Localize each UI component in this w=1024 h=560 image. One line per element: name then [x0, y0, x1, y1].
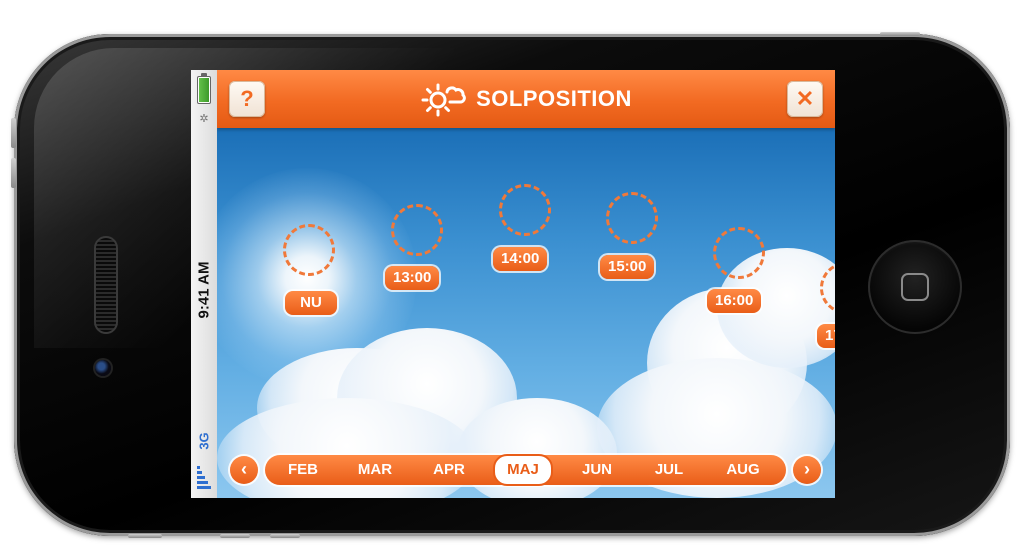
- sun-cloud-icon: [421, 83, 466, 117]
- sun-marker-label: 13:00: [385, 266, 440, 290]
- chevron-right-icon: ›: [804, 459, 810, 479]
- month-mar[interactable]: MAR: [345, 455, 405, 485]
- network-wrap: 3G: [191, 426, 217, 456]
- app-view: ? SOLPOSITION ✕ NU 13:00 14:00 15:00 16:…: [217, 70, 835, 498]
- app-title: SOLPOSITION: [476, 86, 632, 111]
- next-month-button[interactable]: ›: [793, 456, 821, 484]
- month-apr[interactable]: APR: [419, 455, 479, 485]
- front-camera: [95, 360, 111, 376]
- sun-marker-label: 15:00: [600, 255, 655, 279]
- month-feb[interactable]: FEB: [273, 455, 333, 485]
- month-aug[interactable]: AUG: [713, 455, 773, 485]
- battery-icon: [197, 73, 211, 104]
- sun-position-ring: [499, 184, 551, 236]
- app-header: ? SOLPOSITION ✕: [217, 70, 835, 128]
- phone-screen: ✲ 9:41 AM 3G ? SOLPOSITION ✕ NU 13:00 14…: [191, 70, 835, 498]
- bluetooth-icon: ✲: [199, 113, 209, 125]
- volume-up-button: [11, 118, 16, 148]
- mute-switch: [128, 534, 162, 538]
- sun-position-ring: [391, 204, 443, 256]
- side-button-2: [270, 534, 300, 538]
- status-bar: ✲ 9:41 AM 3G: [191, 70, 218, 498]
- prev-month-button[interactable]: ‹: [230, 456, 258, 484]
- sun-marker-label: NU: [285, 291, 337, 315]
- signal-bars-icon: [197, 462, 211, 490]
- close-button[interactable]: ✕: [787, 81, 823, 117]
- sun-marker-label: 17: [817, 324, 835, 348]
- month-maj-selected[interactable]: MAJ: [493, 454, 553, 486]
- chevron-left-icon: ‹: [241, 459, 247, 479]
- network-type: 3G: [196, 432, 212, 450]
- month-jul[interactable]: JUL: [639, 455, 699, 485]
- sleep-button: [880, 32, 920, 36]
- month-selector: FEB MAR APR MAJ JUN JUL AUG: [265, 454, 786, 486]
- side-button-1: [220, 534, 250, 538]
- month-jun[interactable]: JUN: [567, 455, 627, 485]
- home-square-icon: [901, 273, 929, 301]
- sun-position-ring: [283, 224, 335, 276]
- title-wrap: SOLPOSITION: [217, 70, 835, 128]
- clock-wrap: 9:41 AM: [191, 250, 217, 330]
- volume-down-button: [11, 158, 16, 188]
- sun-marker-label: 14:00: [493, 247, 548, 271]
- home-button[interactable]: [868, 240, 962, 334]
- sun-position-ring: [606, 192, 658, 244]
- sun-marker-label: 16:00: [707, 289, 762, 313]
- speaker-grille: [94, 236, 118, 334]
- sun-position-ring: [713, 227, 765, 279]
- status-time: 9:41 AM: [195, 261, 213, 319]
